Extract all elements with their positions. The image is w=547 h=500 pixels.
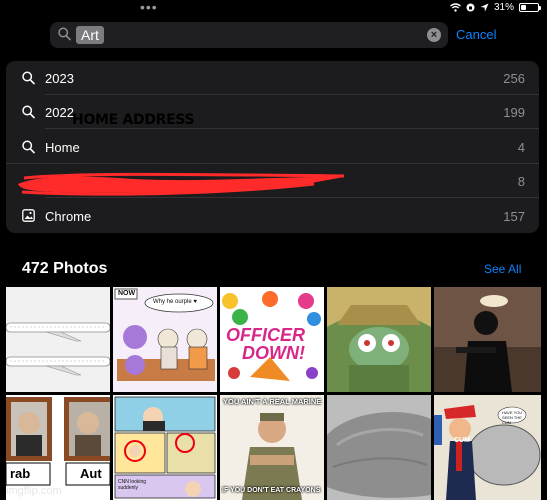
suggestion-label: 2023 [45,71,74,86]
search-suggestions-list: 2023 256 2022 199 Home 4 8 Chrome 157 [6,61,539,233]
see-all-button[interactable]: See All [484,262,521,276]
comic-caption-text: CNN looking suddenly [118,479,147,491]
photo-thumbnail-comic-purple[interactable]: NOW Why he ourple ♥ [113,287,217,392]
portrait-left-caption: rab [10,466,31,481]
suggestion-count: 8 [517,174,525,189]
suggestion-label: Chrome [45,209,92,224]
search-icon [22,71,35,85]
location-icon [480,3,489,12]
political-cartoon [434,395,541,500]
suggestion-count: 157 [503,209,525,224]
photo-thumbnail-comic-strip[interactable]: CNN looking suddenly [113,395,217,500]
search-icon [58,27,71,41]
search-query-token[interactable]: Art [76,26,104,44]
cartoon-bubble-text: HAVE YOU SEEN THE CUM [502,410,523,425]
imgflip-watermark: imgflip.com [6,485,62,497]
suggestion-label: 2022 [45,105,74,120]
airplane-illustration [6,287,110,392]
suggestion-row[interactable]: Home 4 [6,130,539,164]
suggestion-count: 199 [503,105,525,120]
officer-title-line2: DOWN! [242,343,305,363]
orientation-lock-icon [466,3,475,12]
status-indicators: 31% [450,2,541,13]
battery-tip [539,6,541,10]
suggestion-row[interactable]: 2023 256 [6,61,539,95]
suggestion-label-redacted: HOME ADDRESS [72,112,195,128]
battery-fill [521,5,526,10]
photo-thumbnail-dark-figure[interactable] [434,287,541,392]
search-field[interactable]: Art × [50,22,448,48]
suggestion-row[interactable]: Chrome 157 [6,199,539,233]
cartoon-hat-text: CUM [454,437,470,444]
search-icon [22,105,35,119]
battery-percent: 31% [493,2,514,13]
photo-thumbnail-officer-down[interactable]: OFFICER DOWN! [220,287,324,392]
cartoon-character-illustration [327,287,431,392]
photo-thumbnail-airplanes[interactable] [6,287,110,392]
dark-room-photo [434,287,541,392]
cancel-button[interactable]: Cancel [456,27,496,42]
suggestion-label: Home [45,140,80,155]
portrait-right-caption: Aut [80,466,102,481]
speech-bubble-text: Why he ourple ♥ [153,299,197,305]
marine-top-text: YOU AIN'T A REAL MARINE [223,397,322,406]
search-icon [22,140,35,154]
red-scribble-redaction [18,172,345,196]
stone-photo [327,395,431,500]
multitasking-dots-icon[interactable]: ••• [140,0,158,14]
suggestion-count: 256 [503,71,525,86]
clear-search-button[interactable]: × [427,28,441,42]
photo-thumbnail-squidward-hat[interactable] [327,287,431,392]
row-divider [45,128,539,129]
status-bar: ••• 31% [0,0,547,16]
photo-app-icon [22,209,35,222]
suggestion-row-redacted[interactable]: 8 [6,164,539,198]
wifi-icon [450,3,461,12]
battery-icon [519,3,541,12]
now-tag: NOW [118,290,136,297]
photo-thumbnail-political-cartoon[interactable]: CUM HAVE YOU SEEN THE CUM [434,395,541,500]
row-divider [45,197,539,198]
marine-cartoon [220,395,324,500]
suggestion-count: 4 [517,140,525,155]
marine-bottom-text: IF YOU DON'T EAT CRAYONS [222,487,321,494]
photo-thumbnail-marine-meme[interactable]: YOU AIN'T A REAL MARINE IF YOU DON'T EAT… [220,395,324,500]
photos-section-title: 472 Photos [22,260,108,277]
photo-thumbnail-rock[interactable] [327,395,431,500]
photo-grid: NOW Why he ourple ♥ OFFICER DOWN! rab Au… [0,287,547,500]
